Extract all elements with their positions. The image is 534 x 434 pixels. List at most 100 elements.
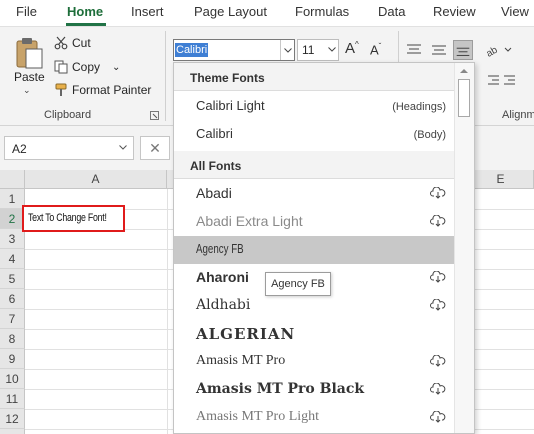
cell-a2[interactable]: Text To Change Font! [22, 205, 125, 232]
font-size-combobox[interactable]: 11 [297, 39, 339, 61]
dropdown-scrollbar[interactable] [454, 63, 474, 433]
theme-fonts-header: Theme Fonts [174, 63, 454, 91]
tab-data[interactable]: Data [378, 4, 405, 19]
font-option-amasis-mt-pro-light[interactable]: Amasis MT Pro Light [174, 404, 454, 432]
select-all-corner[interactable] [0, 170, 25, 189]
scrollbar-thumb[interactable] [458, 79, 470, 117]
cloud-download-icon [430, 383, 446, 395]
paintbrush-icon [55, 83, 67, 96]
paste-button[interactable]: Paste [14, 70, 45, 84]
tab-file[interactable]: File [16, 4, 37, 19]
row-header[interactable]: 3 [0, 229, 25, 249]
row-header[interactable]: 9 [0, 349, 25, 369]
tab-formulas[interactable]: Formulas [295, 4, 349, 19]
font-option-amasis-mt-pro[interactable]: Amasis MT Pro [174, 348, 454, 376]
tab-home[interactable]: Home [67, 4, 103, 19]
paste-icon[interactable] [14, 37, 44, 69]
font-option-label: Agency FB [196, 241, 244, 256]
font-option-calibri[interactable]: Calibri (Body) [174, 121, 454, 149]
scroll-up-arrow-icon[interactable] [458, 67, 470, 75]
font-option-amasis-mt-pro-black[interactable]: Amasis MT Pro Black [174, 376, 454, 404]
font-option-label: Abadi Extra Light [196, 213, 303, 229]
font-option-calibri-light[interactable]: Calibri Light (Headings) [174, 93, 454, 121]
font-option-label: Amasis MT Pro [196, 353, 286, 368]
row-header[interactable]: 7 [0, 309, 25, 329]
font-option-tag: (Headings) [392, 101, 446, 113]
orientation-icon[interactable]: ab [485, 41, 515, 59]
tab-page-layout[interactable]: Page Layout [194, 4, 267, 19]
row-header[interactable]: 6 [0, 289, 25, 309]
cloud-download-icon [430, 411, 446, 423]
increase-font-size-icon[interactable]: A^ [345, 40, 359, 57]
theme-fonts-title: Theme Fonts [190, 71, 265, 85]
font-preview-tooltip: Agency FB [265, 272, 331, 296]
cloud-download-icon [430, 187, 446, 199]
row-header[interactable]: 4 [0, 249, 25, 269]
font-option-agency-fb[interactable]: Agency FB [174, 236, 454, 264]
font-option-label: Aharoni [196, 269, 249, 285]
all-fonts-title: All Fonts [190, 159, 242, 173]
copy-chevron-down-icon[interactable]: ⌄ [112, 62, 120, 73]
svg-text:ab: ab [485, 44, 500, 59]
scissors-icon [54, 36, 68, 50]
format-painter-label: Format Painter [72, 83, 152, 97]
row-header[interactable]: 10 [0, 369, 25, 389]
tab-review[interactable]: Review [433, 4, 476, 19]
name-box[interactable]: A2 [4, 136, 134, 160]
chevron-down-icon[interactable] [119, 145, 127, 150]
font-option-label: Aldhabi [196, 297, 251, 313]
decrease-font-size-icon[interactable]: Aˇ [370, 42, 381, 57]
column-header-a[interactable]: A [25, 170, 167, 189]
row-header[interactable]: 5 [0, 269, 25, 289]
font-option-abadi[interactable]: Abadi [174, 180, 454, 208]
name-box-value[interactable]: A2 [12, 142, 27, 156]
align-bottom-icon[interactable] [453, 40, 473, 60]
cloud-download-icon [430, 271, 446, 283]
paste-chevron-down-icon[interactable]: ⌄ [23, 85, 31, 96]
align-top-icon[interactable] [404, 40, 424, 60]
align-middle-icon[interactable] [429, 40, 449, 60]
alignment-group-label: Alignm [502, 109, 534, 121]
cell-a2-value: Text To Change Font! [28, 212, 107, 224]
font-option-label: Calibri [196, 126, 233, 141]
chevron-down-icon[interactable] [328, 47, 336, 52]
row-header[interactable]: 8 [0, 329, 25, 349]
font-option-label: Abadi [196, 185, 232, 201]
font-option-label: Calibri Light [196, 98, 265, 113]
column-header-e[interactable]: E [468, 170, 534, 189]
cut-label: Cut [72, 36, 91, 50]
cloud-download-icon [430, 355, 446, 367]
group-divider [165, 31, 166, 121]
clipboard-group-label: Clipboard [44, 109, 92, 121]
font-size-value[interactable]: 11 [302, 43, 314, 57]
row-header[interactable]: 11 [0, 389, 25, 409]
font-name-dropdown-button[interactable] [280, 40, 294, 60]
font-name-combobox[interactable]: Calibri [173, 39, 295, 61]
cloud-download-icon [430, 299, 446, 311]
tab-insert[interactable]: Insert [131, 4, 164, 19]
close-icon: ✕ [149, 139, 161, 156]
font-name-value[interactable]: Calibri [175, 43, 209, 57]
tab-view[interactable]: View [501, 4, 529, 19]
font-option-label: Amasis MT Pro Light [196, 409, 320, 424]
format-painter-button[interactable]: Format Painter [54, 83, 151, 97]
font-option-tag: (Body) [413, 129, 446, 141]
cut-button[interactable]: Cut [54, 36, 91, 50]
row-header[interactable]: 13 [0, 429, 25, 434]
gridline [167, 189, 168, 434]
cancel-button[interactable]: ✕ [140, 136, 170, 160]
font-option-abadi-extra-light[interactable]: Abadi Extra Light [174, 208, 454, 236]
copy-icon [54, 60, 68, 74]
copy-label: Copy [72, 60, 101, 74]
row-header[interactable]: 12 [0, 409, 25, 429]
all-fonts-header: All Fonts [174, 151, 454, 179]
font-option-algerian[interactable]: ALGERIAN [174, 320, 454, 348]
font-option-aldhabi[interactable]: Aldhabi [174, 292, 454, 320]
chevron-down-icon [283, 47, 292, 53]
cloud-download-icon [430, 215, 446, 227]
font-dropdown-list[interactable]: Theme Fonts Calibri Light (Headings) Cal… [173, 62, 475, 434]
ribbon-tabs: File Home Insert Page Layout Formulas Da… [0, 0, 534, 26]
indent-icon[interactable] [487, 73, 517, 89]
dialog-launcher-icon[interactable] [150, 111, 159, 120]
copy-button[interactable]: Copy ⌄ [54, 60, 120, 74]
